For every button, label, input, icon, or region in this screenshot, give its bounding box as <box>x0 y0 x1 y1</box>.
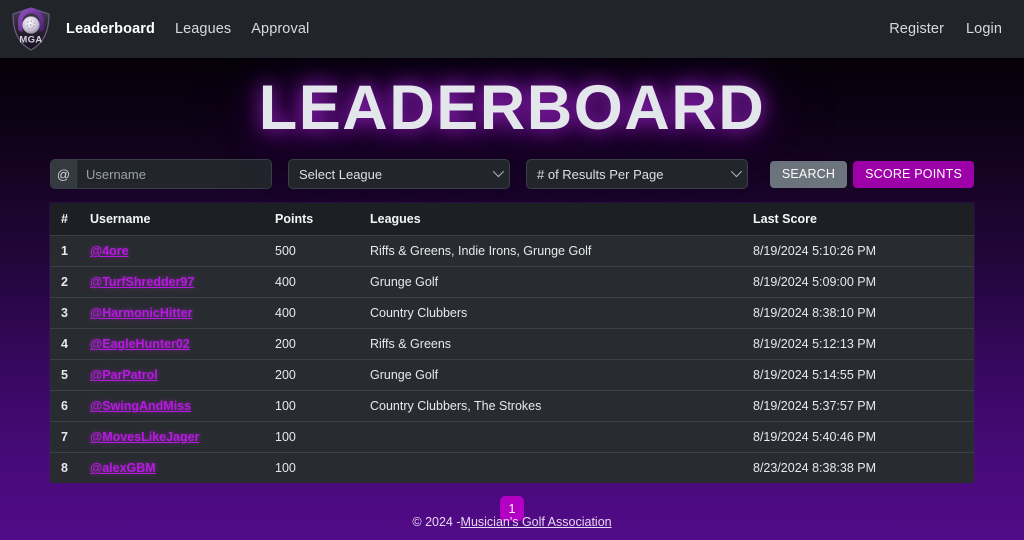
cell-leagues: Grunge Golf <box>370 359 753 392</box>
username-link[interactable]: @ParPatrol <box>90 368 158 382</box>
username-input[interactable] <box>77 160 271 189</box>
cell-last-score: 8/19/2024 5:10:26 PM <box>753 235 974 268</box>
cell-rank: 8 <box>50 452 90 484</box>
cell-points: 400 <box>275 297 370 330</box>
cell-leagues: Grunge Golf <box>370 266 753 299</box>
chevron-down-icon <box>730 166 743 178</box>
results-per-page-select[interactable]: # of Results Per Page <box>526 159 748 190</box>
account-nav: Register Login <box>889 22 1002 37</box>
username-link[interactable]: @4ore <box>90 244 129 258</box>
username-link[interactable]: @MovesLikeJager <box>90 430 199 444</box>
cell-username: @ParPatrol <box>90 359 275 392</box>
nav-link-approval[interactable]: Approval <box>251 22 309 37</box>
table-header-row: # Username Points Leagues Last Score <box>50 203 974 237</box>
leaderboard-table-container: # Username Points Leagues Last Score 1 @… <box>50 203 974 484</box>
cell-last-score: 8/19/2024 5:40:46 PM <box>753 421 974 454</box>
cell-username: @MovesLikeJager <box>90 421 275 454</box>
cell-points: 200 <box>275 328 370 361</box>
table-row: 2 @TurfShredder97 400 Grunge Golf 8/19/2… <box>50 266 974 299</box>
column-header-rank: # <box>50 203 90 237</box>
cell-points: 100 <box>275 390 370 423</box>
cell-last-score: 8/19/2024 5:37:57 PM <box>753 390 974 423</box>
mga-logo[interactable]: MGA <box>10 7 52 51</box>
hero-section: LEADERBOARD <box>0 58 1024 147</box>
footer-copyright: © 2024 - <box>412 515 461 529</box>
svg-text:MGA: MGA <box>19 35 42 46</box>
cell-rank: 1 <box>50 235 90 268</box>
table-head: # Username Points Leagues Last Score <box>50 203 974 237</box>
filter-actions: SEARCH SCORE POINTS <box>769 160 974 188</box>
main-navbar: MGA Leaderboard Leagues Approval Registe… <box>0 0 1024 58</box>
cell-last-score: 8/19/2024 5:14:55 PM <box>753 359 974 392</box>
cell-username: @SwingAndMiss <box>90 390 275 423</box>
cell-last-score: 8/23/2024 8:38:38 PM <box>753 452 974 484</box>
cell-rank: 2 <box>50 266 90 299</box>
username-link[interactable]: @alexGBM <box>90 461 156 475</box>
footer-site-link[interactable]: Musician's Golf Association <box>461 515 612 529</box>
cell-points: 400 <box>275 266 370 299</box>
cell-leagues <box>370 452 753 484</box>
column-header-leagues: Leagues <box>370 203 753 237</box>
table-row: 4 @EagleHunter02 200 Riffs & Greens 8/19… <box>50 328 974 361</box>
cell-points: 100 <box>275 452 370 484</box>
table-row: 8 @alexGBM 100 8/23/2024 8:38:38 PM <box>50 452 974 484</box>
league-select[interactable]: Select League <box>288 159 510 190</box>
username-link[interactable]: @SwingAndMiss <box>90 399 191 413</box>
cell-last-score: 8/19/2024 5:09:00 PM <box>753 266 974 299</box>
column-header-last-score: Last Score <box>753 203 974 237</box>
column-header-username: Username <box>90 203 275 237</box>
cell-leagues: Riffs & Greens <box>370 328 753 361</box>
cell-rank: 7 <box>50 421 90 454</box>
username-link[interactable]: @TurfShredder97 <box>90 275 194 289</box>
nav-link-register[interactable]: Register <box>889 22 944 37</box>
search-button[interactable]: SEARCH <box>769 160 848 188</box>
chevron-down-icon <box>492 166 505 178</box>
cell-points: 500 <box>275 235 370 268</box>
league-select-value: Select League <box>299 166 383 182</box>
nav-link-leaderboard[interactable]: Leaderboard <box>66 22 155 37</box>
filter-toolbar: @ Select League # of Results Per Page SE… <box>0 159 1024 190</box>
table-row: 1 @4ore 500 Riffs & Greens, Indie Irons,… <box>50 235 974 268</box>
cell-username: @TurfShredder97 <box>90 266 275 299</box>
table-row: 5 @ParPatrol 200 Grunge Golf 8/19/2024 5… <box>50 359 974 392</box>
cell-last-score: 8/19/2024 8:38:10 PM <box>753 297 974 330</box>
cell-username: @EagleHunter02 <box>90 328 275 361</box>
cell-rank: 4 <box>50 328 90 361</box>
page-footer: © 2024 - Musician's Golf Association <box>0 504 1024 540</box>
cell-username: @HarmonicHitter <box>90 297 275 330</box>
cell-leagues: Country Clubbers, The Strokes <box>370 390 753 423</box>
cell-rank: 3 <box>50 297 90 330</box>
primary-nav: Leaderboard Leagues Approval <box>66 22 309 37</box>
username-search-group: @ <box>50 159 272 190</box>
column-header-points: Points <box>275 203 370 237</box>
cell-username: @alexGBM <box>90 452 275 484</box>
table-row: 7 @MovesLikeJager 100 8/19/2024 5:40:46 … <box>50 421 974 454</box>
nav-link-login[interactable]: Login <box>966 22 1002 37</box>
score-points-button[interactable]: SCORE POINTS <box>853 160 974 188</box>
nav-link-leagues[interactable]: Leagues <box>175 22 231 37</box>
at-symbol-icon: @ <box>51 160 77 189</box>
cell-rank: 5 <box>50 359 90 392</box>
username-link[interactable]: @EagleHunter02 <box>90 337 190 351</box>
table-row: 3 @HarmonicHitter 400 Country Clubbers 8… <box>50 297 974 330</box>
cell-leagues: Riffs & Greens, Indie Irons, Grunge Golf <box>370 235 753 268</box>
cell-leagues <box>370 421 753 454</box>
cell-points: 200 <box>275 359 370 392</box>
username-link[interactable]: @HarmonicHitter <box>90 306 192 320</box>
page-title: LEADERBOARD <box>258 73 766 143</box>
cell-points: 100 <box>275 421 370 454</box>
cell-username: @4ore <box>90 235 275 268</box>
table-row: 6 @SwingAndMiss 100 Country Clubbers, Th… <box>50 390 974 423</box>
cell-last-score: 8/19/2024 5:12:13 PM <box>753 328 974 361</box>
results-per-page-value: # of Results Per Page <box>537 166 664 182</box>
cell-leagues: Country Clubbers <box>370 297 753 330</box>
table-body: 1 @4ore 500 Riffs & Greens, Indie Irons,… <box>50 235 974 484</box>
leaderboard-page: MGA Leaderboard Leagues Approval Registe… <box>0 0 1024 540</box>
leaderboard-table: # Username Points Leagues Last Score 1 @… <box>50 203 974 484</box>
cell-rank: 6 <box>50 390 90 423</box>
